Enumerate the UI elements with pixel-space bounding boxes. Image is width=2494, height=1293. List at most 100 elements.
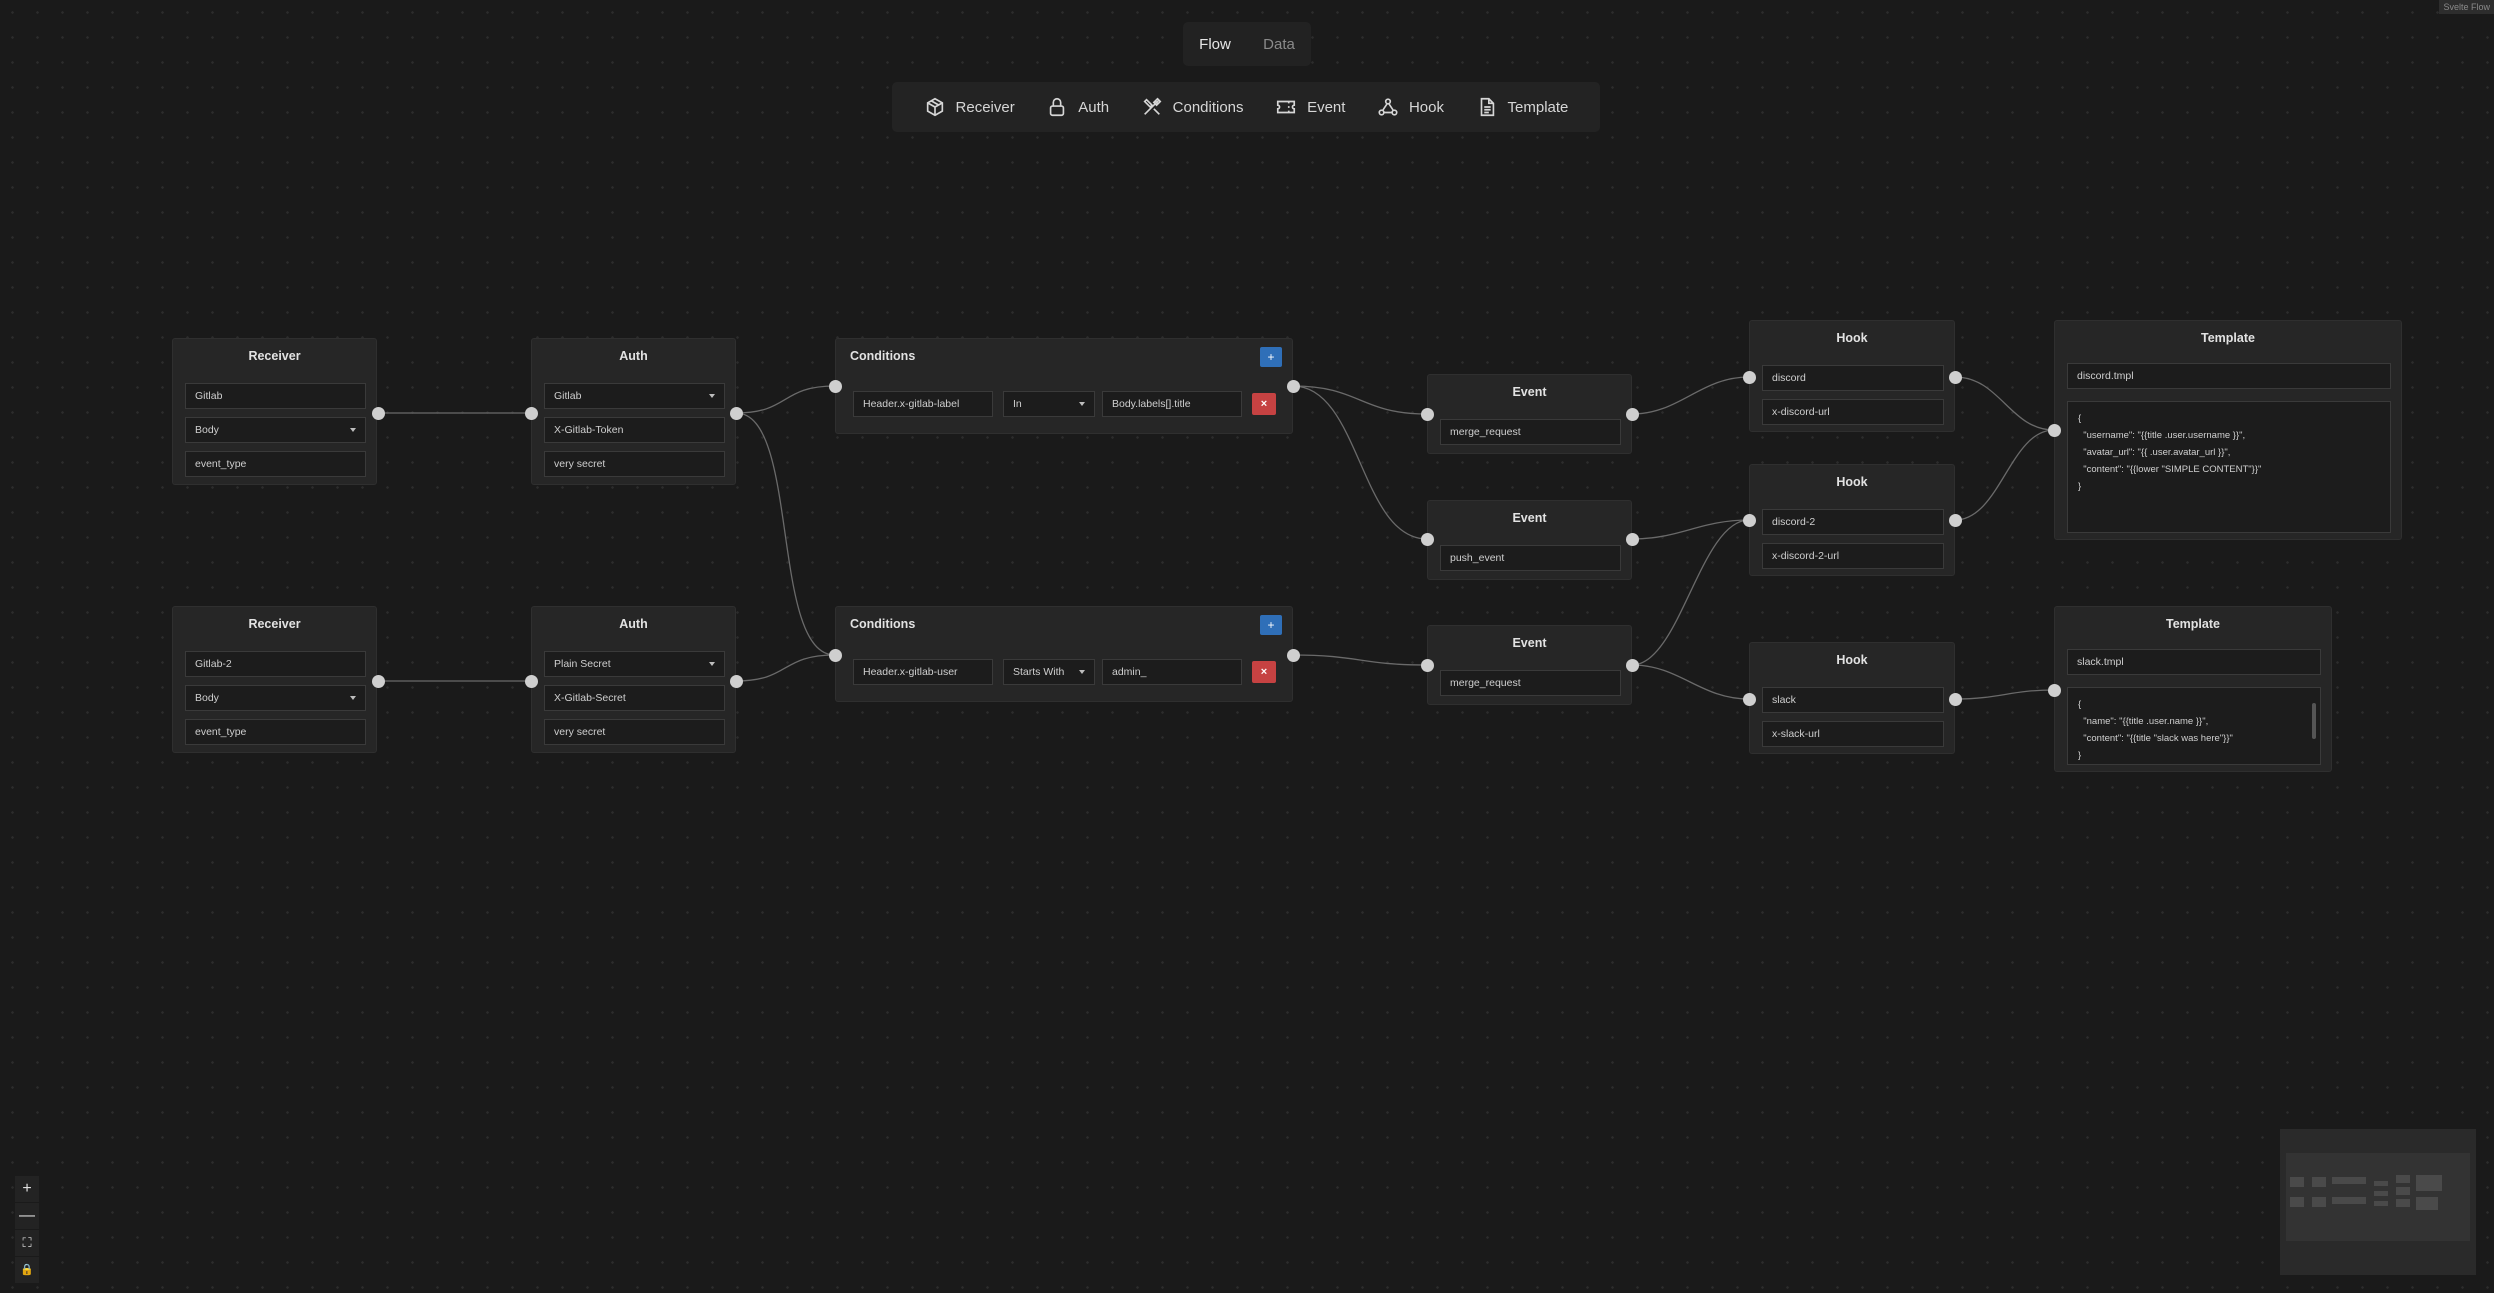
template-file-input[interactable]: slack.tmpl [2067, 649, 2321, 675]
receiver-source-select[interactable]: Body [185, 685, 366, 711]
node-title: Template [2201, 331, 2255, 345]
receiver-name-input[interactable]: Gitlab-2 [185, 651, 366, 677]
add-conditions-button[interactable]: Conditions [1141, 96, 1244, 118]
hook-node[interactable]: Hook discord x-discord-url [1749, 320, 1955, 432]
event-node[interactable]: Event merge_request [1427, 374, 1632, 454]
conditions-input-handle[interactable] [828, 379, 842, 393]
hook-output-handle[interactable] [1948, 692, 1962, 706]
textarea-scrollbar[interactable] [2312, 703, 2316, 739]
zoom-in-button[interactable]: + [15, 1176, 39, 1203]
receiver-source-select[interactable]: Body [185, 417, 366, 443]
template-node[interactable]: Template slack.tmpl { "name": "{{title .… [2054, 606, 2332, 772]
attribution[interactable]: Svelte Flow [2439, 0, 2494, 14]
delete-condition-button[interactable]: × [1252, 393, 1276, 415]
tool-label: Conditions [1172, 98, 1244, 116]
event-output-handle[interactable] [1625, 658, 1639, 672]
event-input-handle[interactable] [1420, 532, 1434, 546]
add-hook-button[interactable]: Hook [1377, 96, 1444, 118]
receiver-field-input[interactable]: event_type [185, 451, 366, 477]
minimap-node [2290, 1197, 2304, 1207]
receiver-node[interactable]: Receiver Gitlab Body event_type [172, 338, 377, 485]
fit-view-button[interactable]: ⛶ [15, 1230, 39, 1257]
event-node[interactable]: Event merge_request [1427, 625, 1632, 705]
add-event-button[interactable]: Event [1275, 96, 1345, 118]
condition-operator-select[interactable]: In [1003, 391, 1095, 417]
box-icon [926, 97, 943, 117]
template-input-handle[interactable] [2047, 423, 2061, 437]
auth-secret-input[interactable]: very secret [544, 719, 725, 745]
hook-url-input[interactable]: x-slack-url [1762, 721, 1944, 747]
auth-output-handle[interactable] [729, 406, 743, 420]
condition-left-input[interactable]: Header.x-gitlab-label [853, 391, 993, 417]
template-file-input[interactable]: discord.tmpl [2067, 363, 2391, 389]
event-type-input[interactable]: push_event [1440, 545, 1621, 571]
minimap-node [2374, 1181, 2388, 1186]
event-input-handle[interactable] [1420, 407, 1434, 421]
condition-operator-select[interactable]: Starts With [1003, 659, 1095, 685]
auth-input-handle[interactable] [524, 406, 538, 420]
auth-type-select[interactable]: Gitlab [544, 383, 725, 409]
receiver-name-input[interactable]: Gitlab [185, 383, 366, 409]
select-value: Body [195, 424, 219, 436]
auth-secret-input[interactable]: very secret [544, 451, 725, 477]
receiver-output-handle[interactable] [371, 674, 385, 688]
template-node[interactable]: Template discord.tmpl { "username": "{{t… [2054, 320, 2402, 540]
conditions-node[interactable]: Conditions + Header.x-gitlab-label In Bo… [835, 338, 1293, 434]
add-condition-button[interactable]: + [1260, 615, 1282, 635]
select-value: Plain Secret [554, 658, 611, 670]
zoom-out-button[interactable]: — [15, 1203, 39, 1230]
event-type-input[interactable]: merge_request [1440, 419, 1621, 445]
add-auth-button[interactable]: Auth [1046, 96, 1109, 118]
hook-name-input[interactable]: slack [1762, 687, 1944, 713]
conditions-node[interactable]: Conditions + Header.x-gitlab-user Starts… [835, 606, 1293, 702]
node-title: Receiver [248, 617, 301, 631]
auth-type-select[interactable]: Plain Secret [544, 651, 725, 677]
event-node[interactable]: Event push_event [1427, 500, 1632, 580]
hook-node[interactable]: Hook discord-2 x-discord-2-url [1749, 464, 1955, 576]
hook-node[interactable]: Hook slack x-slack-url [1749, 642, 1955, 754]
minimap[interactable] [2280, 1129, 2476, 1275]
tab-data[interactable]: Data [1263, 36, 1295, 53]
minimap-node [2396, 1175, 2410, 1183]
lock-button[interactable]: 🔒 [15, 1257, 39, 1284]
event-output-handle[interactable] [1625, 407, 1639, 421]
event-input-handle[interactable] [1420, 658, 1434, 672]
event-type-input[interactable]: merge_request [1440, 670, 1621, 696]
hook-output-handle[interactable] [1948, 370, 1962, 384]
conditions-input-handle[interactable] [828, 648, 842, 662]
condition-right-input[interactable]: Body.labels[].title [1102, 391, 1242, 417]
template-body-textarea[interactable]: { "name": "{{title .user.name }}", "cont… [2067, 687, 2321, 765]
auth-node[interactable]: Auth Gitlab X-Gitlab-Token very secret [531, 338, 736, 485]
hook-url-input[interactable]: x-discord-2-url [1762, 543, 1944, 569]
template-body-textarea[interactable]: { "username": "{{title .user.username }}… [2067, 401, 2391, 533]
condition-left-input[interactable]: Header.x-gitlab-user [853, 659, 993, 685]
template-input-handle[interactable] [2047, 683, 2061, 697]
node-title: Auth [619, 349, 648, 363]
hook-name-input[interactable]: discord [1762, 365, 1944, 391]
receiver-output-handle[interactable] [371, 406, 385, 420]
hook-input-handle[interactable] [1742, 692, 1756, 706]
tool-label: Event [1307, 98, 1346, 116]
hook-url-input[interactable]: x-discord-url [1762, 399, 1944, 425]
hook-output-handle[interactable] [1948, 513, 1962, 527]
conditions-output-handle[interactable] [1286, 648, 1300, 662]
condition-right-input[interactable]: admin_ [1102, 659, 1242, 685]
add-receiver-button[interactable]: Receiver [924, 96, 1015, 118]
event-output-handle[interactable] [1625, 532, 1639, 546]
minimap-viewport [2286, 1153, 2470, 1241]
hook-input-handle[interactable] [1742, 370, 1756, 384]
auth-header-input[interactable]: X-Gitlab-Token [544, 417, 725, 443]
add-condition-button[interactable]: + [1260, 347, 1282, 367]
hook-name-input[interactable]: discord-2 [1762, 509, 1944, 535]
tab-flow[interactable]: Flow [1199, 36, 1231, 53]
delete-condition-button[interactable]: × [1252, 661, 1276, 683]
auth-header-input[interactable]: X-Gitlab-Secret [544, 685, 725, 711]
auth-output-handle[interactable] [729, 674, 743, 688]
add-template-button[interactable]: Template [1476, 96, 1568, 118]
conditions-output-handle[interactable] [1286, 379, 1300, 393]
receiver-node[interactable]: Receiver Gitlab-2 Body event_type [172, 606, 377, 753]
hook-input-handle[interactable] [1742, 513, 1756, 527]
auth-input-handle[interactable] [524, 674, 538, 688]
auth-node[interactable]: Auth Plain Secret X-Gitlab-Secret very s… [531, 606, 736, 753]
receiver-field-input[interactable]: event_type [185, 719, 366, 745]
